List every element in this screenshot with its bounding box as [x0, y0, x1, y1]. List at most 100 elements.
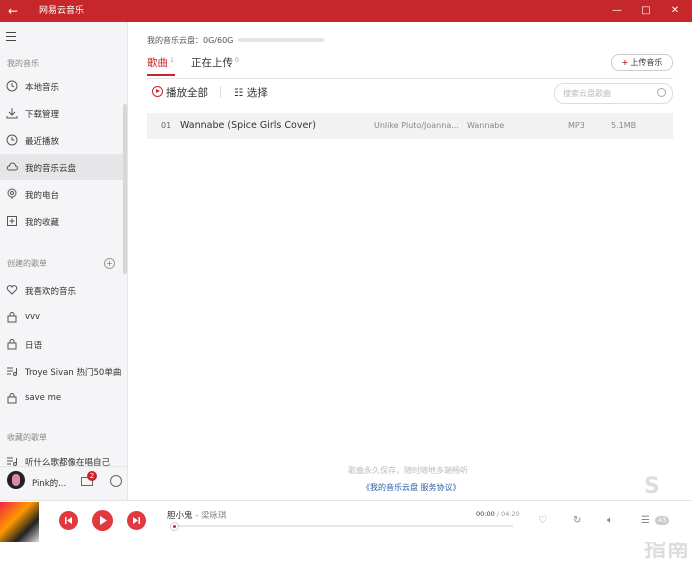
tab-divider [147, 78, 673, 79]
sidebar-item-troye-sivan[interactable]: Troye Sivan 热门50单曲 [0, 358, 123, 384]
tab-label: 正在上传 [191, 57, 233, 69]
time-display: 00:00 / 04:20 [476, 510, 520, 518]
previous-button[interactable] [59, 511, 78, 530]
service-agreement-link[interactable]: 《我的音乐云盘 服务协议》 [362, 482, 461, 493]
section-header-created: 创建的歌单 [7, 259, 47, 268]
sidebar-item-label: 日语 [25, 341, 43, 351]
song-format: MP3 [568, 121, 585, 130]
sidebar-item-label: 我的收藏 [25, 218, 60, 228]
sidebar-item-vvv[interactable]: vvv [0, 304, 123, 330]
sidebar-item-local-music[interactable]: 本地音乐 [0, 73, 123, 99]
user-bar: Pink的... 2 [0, 466, 127, 501]
sidebar-item-japanese[interactable]: 日语 [0, 331, 123, 357]
sidebar-item-label: 我的电台 [25, 191, 60, 201]
sidebar-item-downloads[interactable]: 下载管理 [0, 100, 123, 126]
sidebar-item-cloud[interactable]: 我的音乐云盘 [0, 154, 123, 180]
playlist-icon[interactable]: ☰ [641, 515, 650, 526]
title-bar: ← 网易云音乐 — □ ✕ [0, 0, 692, 22]
play-all-label: 播放全部 [166, 87, 208, 99]
song-title: 胆小鬼 [167, 511, 193, 521]
sidebar-scrollbar[interactable] [123, 104, 127, 274]
cloud-icon [6, 162, 18, 171]
tab-songs[interactable]: 歌曲 1 [147, 55, 174, 70]
song-number: 01 [161, 121, 172, 130]
sidebar-item-radio[interactable]: 我的电台 [0, 181, 123, 207]
sidebar: 我的音乐 本地音乐 下载管理 最近播放 我的音乐云盘 我的电台 我的收藏 创建的… [0, 22, 128, 500]
now-playing: 胆小鬼 - 梁咏琪 [167, 509, 227, 521]
sidebar-item-label: save me [25, 393, 62, 403]
checklist-icon: ☷ [234, 87, 247, 99]
play-circle-icon [152, 86, 163, 97]
search-placeholder: 搜索云盘歌曲 [563, 89, 611, 98]
next-button[interactable] [127, 511, 146, 530]
sidebar-item-collection[interactable]: 我的收藏 [0, 208, 123, 234]
close-button[interactable]: ✕ [660, 0, 690, 22]
heart-icon [6, 285, 18, 295]
plus-icon: + [621, 58, 629, 67]
user-name[interactable]: Pink的... [32, 477, 66, 489]
sidebar-item-liked[interactable]: 我喜欢的音乐 [0, 277, 123, 303]
play-button[interactable] [92, 510, 113, 531]
album-cover[interactable] [0, 502, 39, 542]
avatar[interactable] [7, 471, 25, 489]
tab-count: 1 [170, 56, 174, 64]
add-playlist-button[interactable]: + [104, 258, 115, 269]
search-icon [657, 88, 666, 97]
notification-badge: 2 [87, 471, 97, 481]
song-artist[interactable]: Unlike Pluto/Joanna... [374, 121, 459, 130]
upload-label: 上传音乐 [630, 58, 663, 67]
like-icon[interactable]: ♡ [538, 515, 547, 526]
sidebar-item-save-me[interactable]: save me [0, 385, 123, 411]
progress-knob[interactable] [170, 522, 179, 531]
back-arrow-icon[interactable]: ← [8, 3, 18, 19]
hamburger-menu-icon[interactable] [6, 32, 16, 44]
search-input[interactable]: 搜索云盘歌曲 [554, 83, 673, 104]
tab-label: 歌曲 [147, 57, 168, 69]
select-label: 选择 [246, 87, 268, 99]
lock-icon [7, 393, 17, 404]
sidebar-item-label: 我喜欢的音乐 [25, 287, 77, 297]
loop-icon[interactable]: ↻ [573, 515, 581, 526]
app-title: 网易云音乐 [39, 6, 85, 16]
sidebar-item-label: vvv [25, 312, 41, 322]
radio-icon [7, 188, 17, 199]
section-header-collected: 收藏的歌单 [7, 433, 47, 442]
local-music-icon [6, 80, 18, 92]
playlist-count: 43 [655, 516, 670, 525]
lock-icon [7, 312, 17, 323]
maximize-button[interactable]: □ [631, 0, 661, 22]
active-tab-underline [147, 74, 175, 76]
minimize-button[interactable]: — [602, 0, 632, 22]
clock-icon [6, 134, 18, 146]
song-title: Wannabe (Spice Girls Cover) [180, 120, 316, 131]
sidebar-item-label: 我的音乐云盘 [25, 164, 77, 174]
download-icon [6, 108, 18, 119]
player-bar: 胆小鬼 - 梁咏琪 00:00 / 04:20 ♡ ↻ 🔈︎ ☰ 43 [0, 500, 692, 542]
next-icon [133, 517, 140, 524]
play-all-button[interactable]: 播放全部 [152, 85, 208, 100]
lock-icon [7, 339, 17, 350]
select-button[interactable]: ☷ 选择 [234, 85, 268, 100]
main-panel: 我的音乐云盘：0G/60G 歌曲 1 正在上传 0 + 上传音乐 播放全部 ☷ 选择 … [128, 22, 692, 562]
section-header-my-music: 我的音乐 [7, 59, 39, 68]
sidebar-item-label: Troye Sivan 热门50单曲 [25, 368, 122, 378]
upload-music-button[interactable]: + 上传音乐 [611, 54, 673, 71]
cloud-storage-info: 我的音乐云盘：0G/60G [147, 36, 234, 45]
sidebar-item-recent[interactable]: 最近播放 [0, 127, 123, 153]
song-artist: - 梁咏琪 [192, 511, 227, 521]
song-size: 5.1MB [611, 121, 637, 130]
table-row[interactable]: 01 Wannabe (Spice Girls Cover) Unlike Pl… [147, 113, 673, 139]
sidebar-item-label: 下载管理 [25, 110, 60, 120]
sidebar-item-label: 本地音乐 [25, 83, 60, 93]
tab-count: 0 [235, 56, 239, 64]
tab-uploading[interactable]: 正在上传 0 [191, 55, 239, 70]
gear-icon[interactable] [110, 475, 122, 487]
playlist-icon [7, 367, 17, 376]
time-current: 00:00 [476, 510, 495, 518]
toolbar-separator [220, 86, 221, 98]
progress-bar[interactable] [170, 522, 513, 531]
cloud-storage-bar [238, 38, 324, 42]
volume-icon[interactable]: 🔈︎ [607, 515, 613, 526]
song-album[interactable]: Wannabe [467, 121, 504, 130]
play-icon [100, 516, 107, 525]
